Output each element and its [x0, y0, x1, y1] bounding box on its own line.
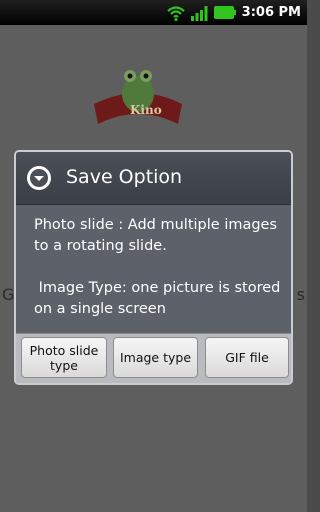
chevron-down-circle-icon — [27, 166, 51, 190]
dialog-title: Save Option — [66, 166, 183, 188]
status-time: 3:06 PM — [241, 5, 301, 20]
dialog-body: Photo slide : Add multiple images to a r… — [16, 205, 291, 333]
status-icons: 3:06 PM — [166, 0, 301, 25]
signal-icon — [190, 5, 208, 21]
dialog-message: Photo slide : Add multiple images to a r… — [34, 217, 281, 317]
dialog-header: Save Option — [16, 152, 291, 205]
status-bar: 3:06 PM — [0, 0, 307, 25]
logo-text: Kino — [130, 103, 162, 117]
dialog-button-bar: Photo slide type Image type GIF file — [16, 333, 291, 383]
gif-file-button[interactable]: GIF file — [205, 337, 289, 378]
battery-icon — [213, 6, 236, 19]
image-type-button[interactable]: Image type — [113, 337, 198, 378]
background-text-right: s — [296, 285, 305, 304]
wifi-icon — [166, 5, 185, 21]
photo-slide-type-button[interactable]: Photo slide type — [21, 337, 107, 378]
save-option-dialog: Save Option Photo slide : Add multiple i… — [14, 150, 293, 385]
background-text-left: G — [2, 285, 15, 304]
